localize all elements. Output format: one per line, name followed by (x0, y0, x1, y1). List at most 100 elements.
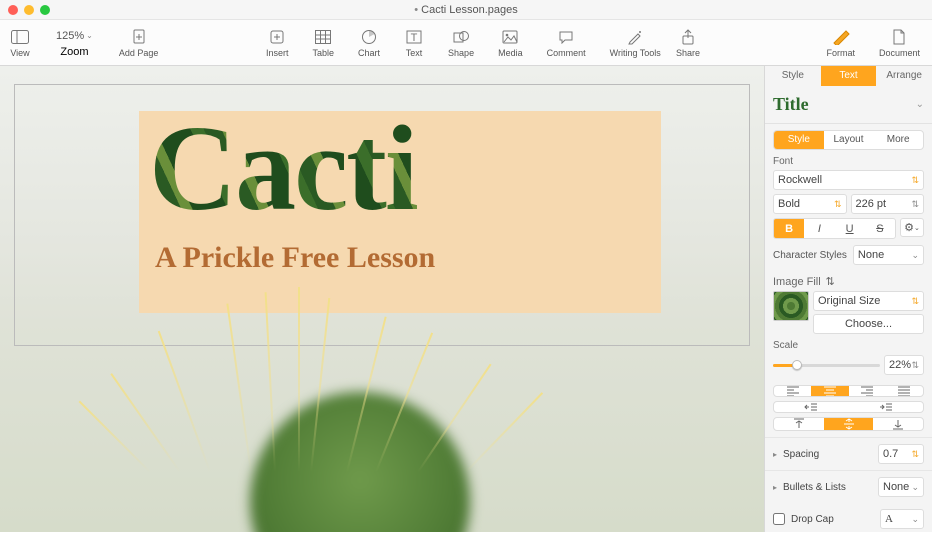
media-icon (500, 28, 520, 46)
tab-text[interactable]: Text (821, 66, 877, 86)
text-icon: T (404, 28, 424, 46)
horizontal-alignment (773, 385, 924, 397)
chevron-updown-icon: ⇅ (825, 276, 834, 288)
gear-icon: ⚙︎ (904, 221, 914, 234)
align-center-button[interactable] (811, 386, 848, 396)
image-fill-mode-dropdown[interactable]: Original Size ⇅ (813, 291, 924, 311)
text-subtabs: Style Layout More (773, 130, 924, 150)
chart-button[interactable]: Chart (352, 24, 386, 62)
italic-button[interactable]: I (804, 219, 834, 238)
tab-arrange[interactable]: Arrange (876, 66, 932, 86)
cactus-background (0, 352, 596, 532)
drop-cap-checkbox[interactable] (773, 513, 785, 525)
document-canvas[interactable]: Cacti A Prickle Free Lesson (0, 66, 764, 532)
toolbar: View 125%⌄ Zoom Add Page Insert Table Ch… (0, 20, 932, 66)
align-right-button[interactable] (849, 386, 886, 396)
vertical-alignment (773, 417, 924, 431)
title-text-box[interactable]: Cacti A Prickle Free Lesson (139, 111, 661, 313)
chevron-down-icon: ⌄ (911, 250, 919, 261)
drop-cap-row: Drop Cap A ⌄ (765, 503, 932, 535)
share-button[interactable]: Share (670, 24, 706, 62)
document-title-text: Cacti Lesson.pages (421, 4, 518, 16)
tab-style[interactable]: Style (765, 66, 821, 86)
strike-button[interactable]: S (865, 219, 895, 238)
bullets-dropdown[interactable]: None ⌄ (878, 477, 924, 497)
spacing-row[interactable]: ▸ Spacing 0.7 ⇅ (765, 437, 932, 470)
table-button[interactable]: Table (307, 24, 341, 62)
subtab-more[interactable]: More (873, 131, 923, 149)
document-icon (889, 28, 909, 46)
indent-button[interactable] (849, 402, 924, 412)
drop-cap-style-dropdown[interactable]: A ⌄ (880, 509, 924, 529)
character-styles-dropdown[interactable]: None ⌄ (853, 245, 924, 265)
chart-icon (359, 28, 379, 46)
format-icon (831, 28, 851, 46)
valign-top-button[interactable] (774, 418, 824, 430)
scale-slider[interactable] (773, 358, 880, 372)
disclosure-icon: ▸ (773, 450, 777, 459)
image-fill-thumbnail[interactable] (773, 291, 809, 321)
comment-icon (556, 28, 576, 46)
chevron-down-icon: ⌄ (914, 224, 920, 232)
choose-image-button[interactable]: Choose... (813, 314, 924, 334)
bullets-row[interactable]: ▸ Bullets & Lists None ⌄ (765, 470, 932, 503)
table-icon (313, 28, 333, 46)
text-button[interactable]: TText (398, 24, 430, 62)
document-button[interactable]: Document (873, 24, 926, 62)
text-options-gear[interactable]: ⚙︎⌄ (900, 218, 924, 237)
stepper-icon: ⇅ (911, 360, 919, 371)
shape-icon (451, 28, 471, 46)
format-button[interactable]: Format (820, 24, 861, 62)
font-family-dropdown[interactable]: Rockwell ⇅ (773, 170, 924, 190)
format-inspector: Style Text Arrange Title ⌄ Style Layout … (764, 66, 932, 532)
valign-middle-button[interactable] (824, 418, 874, 430)
stepper-icon: ⇅ (911, 199, 919, 210)
subtab-style[interactable]: Style (774, 131, 824, 149)
writing-tools-button[interactable]: Writing Tools (604, 24, 667, 62)
disclosure-icon: ▸ (773, 483, 777, 492)
document-title: • Cacti Lesson.pages (0, 4, 932, 16)
add-page-button[interactable]: Add Page (113, 24, 165, 62)
valign-bottom-button[interactable] (873, 418, 923, 430)
drop-cap-label: Drop Cap (791, 514, 874, 525)
font-weight-dropdown[interactable]: Bold ⇅ (773, 194, 847, 214)
chevron-updown-icon: ⇅ (911, 175, 919, 186)
page: Cacti A Prickle Free Lesson (14, 84, 750, 346)
shape-button[interactable]: Shape (442, 24, 480, 62)
sidebar-icon (10, 28, 30, 46)
title-text[interactable]: Cacti (139, 111, 661, 227)
align-justify-button[interactable] (886, 386, 923, 396)
bold-button[interactable]: B (774, 219, 804, 238)
subtab-layout[interactable]: Layout (824, 131, 874, 149)
font-section-label: Font (773, 156, 924, 167)
align-left-button[interactable] (774, 386, 811, 396)
zoom-dropdown[interactable]: 125%⌄ (54, 28, 95, 44)
chevron-down-icon: ⌄ (86, 31, 93, 40)
insert-button[interactable]: Insert (260, 24, 295, 62)
zoom-control[interactable]: 125%⌄ Zoom (48, 24, 101, 62)
indent-controls (773, 401, 924, 413)
paragraph-style-name: Title (773, 94, 809, 115)
add-page-icon (129, 28, 149, 46)
chevron-down-icon: ⌄ (911, 482, 919, 493)
chevron-updown-icon: ⇅ (911, 296, 919, 307)
paragraph-style-picker[interactable]: Title ⌄ (765, 86, 932, 124)
underline-button[interactable]: U (835, 219, 865, 238)
scale-label: Scale (773, 340, 924, 351)
document-edited-indicator: • (414, 4, 418, 16)
scale-value-stepper[interactable]: 22% ⇅ (884, 355, 924, 375)
media-button[interactable]: Media (492, 24, 529, 62)
insert-icon (267, 28, 287, 46)
inspector-tabs: Style Text Arrange (765, 66, 932, 86)
outdent-button[interactable] (774, 402, 849, 412)
font-size-stepper[interactable]: 226 pt ⇅ (851, 194, 925, 214)
image-fill-label: Image Fill ⇅ (773, 275, 924, 288)
stepper-icon: ⇅ (911, 449, 919, 460)
main-area: Cacti A Prickle Free Lesson Style Text A… (0, 66, 932, 532)
share-icon (678, 28, 698, 46)
view-button[interactable]: View (4, 24, 36, 62)
spacing-value-stepper[interactable]: 0.7 ⇅ (878, 444, 924, 464)
chevron-down-icon: ⌄ (911, 514, 919, 525)
comment-button[interactable]: Comment (541, 24, 592, 62)
chevron-down-icon: ⌄ (916, 99, 924, 110)
